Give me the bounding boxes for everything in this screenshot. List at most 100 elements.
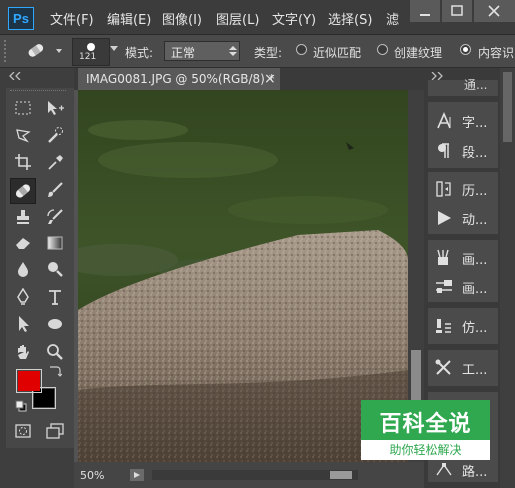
collapse-panels-icon[interactable] [430, 72, 444, 80]
mode-select[interactable]: 正常 [164, 41, 240, 61]
maximize-icon [451, 5, 463, 16]
actions-icon [438, 211, 451, 225]
brush-size-value: 121 [79, 52, 97, 62]
type-label: 类型: [254, 46, 283, 60]
select-arrows-icon [229, 46, 237, 56]
horizontal-scroll-thumb[interactable] [330, 471, 352, 479]
type-tool[interactable] [44, 286, 66, 308]
marquee-tool[interactable] [12, 97, 34, 119]
panel-top-label: 通... [464, 78, 488, 92]
panel-group-top: 通... [428, 78, 498, 96]
ellipse-tool[interactable] [44, 313, 66, 335]
tool-preset-picker[interactable] [22, 40, 66, 62]
minimize-button[interactable] [410, 0, 440, 22]
menu-file[interactable]: 文件(F) [50, 9, 94, 28]
pen-tool[interactable] [12, 286, 34, 308]
type-option-proximity[interactable]: 近似匹配 [313, 44, 361, 61]
panel-tool-presets[interactable]: 工... [430, 353, 500, 383]
gradient-icon [47, 236, 63, 250]
panel-actions[interactable]: 动... [430, 203, 500, 233]
eyedropper-tool[interactable] [44, 151, 66, 173]
chevron-down-icon[interactable] [110, 46, 118, 52]
blur-tool[interactable] [12, 258, 34, 280]
eraser-tool[interactable] [12, 232, 34, 254]
gradient-tool[interactable] [44, 232, 66, 254]
menu-filter[interactable]: 滤 [386, 9, 399, 28]
stamp-icon [17, 210, 29, 224]
type-option-texture[interactable]: 创建纹理 [394, 44, 442, 61]
mode-label: 模式: [125, 46, 154, 60]
panel-scrollbar[interactable] [500, 68, 515, 488]
paths-icon [436, 463, 452, 476]
clone-stamp-tool[interactable] [12, 206, 34, 228]
lasso-tool[interactable] [12, 124, 34, 146]
type-icon [49, 290, 61, 305]
brush-tool[interactable] [44, 179, 66, 201]
marquee-icon [15, 101, 31, 115]
type-radio-texture[interactable] [377, 44, 388, 55]
panel-brush-presets-label: 画... [462, 252, 488, 268]
foreground-color-swatch[interactable] [16, 369, 42, 393]
hand-tool[interactable] [12, 341, 34, 363]
type-radio-content-aware[interactable] [460, 44, 471, 55]
document-title: IMAG0081.JPG @ 50%(RGB/8) * [86, 72, 275, 86]
type-radio-proximity[interactable] [296, 44, 307, 55]
crop-tool[interactable] [12, 151, 34, 173]
panel-paragraph[interactable]: 段... [430, 136, 500, 166]
panel-clone-source[interactable]: 仿... [430, 311, 500, 341]
close-window-button[interactable] [474, 0, 515, 22]
dodge-tool[interactable] [44, 258, 66, 280]
panel-character-label: 字... [462, 115, 488, 131]
history-brush-tool[interactable] [44, 206, 66, 228]
maximize-button[interactable] [442, 0, 472, 22]
panel-brush-settings-label: 画... [462, 281, 488, 297]
menu-layer[interactable]: 图层(L) [216, 9, 259, 28]
panel-scroll-thumb[interactable] [503, 72, 512, 142]
brush-size-picker[interactable]: 121 [72, 38, 110, 66]
history-brush-icon [47, 209, 63, 224]
document-tab[interactable]: IMAG0081.JPG @ 50%(RGB/8) * × [78, 68, 280, 90]
menu-type[interactable]: 文字(Y) [272, 9, 316, 28]
zoom-level[interactable]: 50% [80, 469, 104, 482]
brush-icon [48, 182, 63, 197]
options-grip[interactable] [4, 40, 14, 62]
image-canvas[interactable] [78, 90, 408, 462]
panel-paths-label: 路... [462, 464, 488, 480]
panel-brush-settings[interactable]: 画... [430, 272, 500, 302]
minimize-icon [420, 14, 430, 16]
screen-mode-button[interactable] [44, 420, 66, 442]
menu-select[interactable]: 选择(S) [328, 9, 372, 28]
panel-tool-presets-label: 工... [462, 362, 488, 378]
zoom-tool[interactable] [44, 341, 66, 363]
paragraph-icon [438, 143, 449, 158]
hand-icon [18, 345, 29, 359]
menu-edit[interactable]: 编辑(E) [107, 9, 151, 28]
path-selection-tool[interactable] [12, 313, 34, 335]
horizontal-scrollbar[interactable] [152, 470, 358, 480]
menu-image[interactable]: 图像(I) [162, 9, 202, 28]
toolbox-grip[interactable] [10, 90, 66, 95]
default-colors-icon[interactable] [15, 400, 27, 412]
type-option-content-aware[interactable]: 内容识 [478, 44, 514, 61]
swap-colors-icon[interactable] [48, 364, 62, 378]
eyedropper-icon [48, 155, 63, 170]
move-icon [48, 101, 64, 115]
quick-mask-button[interactable] [12, 420, 34, 442]
collapse-toolbox-icon[interactable] [8, 72, 22, 80]
close-tab-button[interactable]: × [264, 68, 276, 90]
healing-brush-tool[interactable] [10, 178, 36, 204]
brush-settings-icon [436, 280, 452, 293]
quick-mask-icon [15, 424, 31, 438]
panel-actions-label: 动... [462, 212, 488, 228]
panel-brush-presets[interactable]: 画... [430, 243, 500, 273]
panel-character[interactable]: 字... [430, 106, 500, 136]
status-menu-icon[interactable] [130, 469, 144, 481]
quick-selection-icon [48, 127, 63, 143]
healing-brush-icon [28, 44, 62, 57]
quick-selection-tool[interactable] [44, 124, 66, 146]
panel-history[interactable]: 历... [430, 174, 500, 204]
photo-content [78, 90, 408, 462]
brush-presets-icon [437, 249, 449, 265]
move-tool[interactable] [44, 97, 66, 119]
mode-value: 正常 [171, 46, 196, 60]
